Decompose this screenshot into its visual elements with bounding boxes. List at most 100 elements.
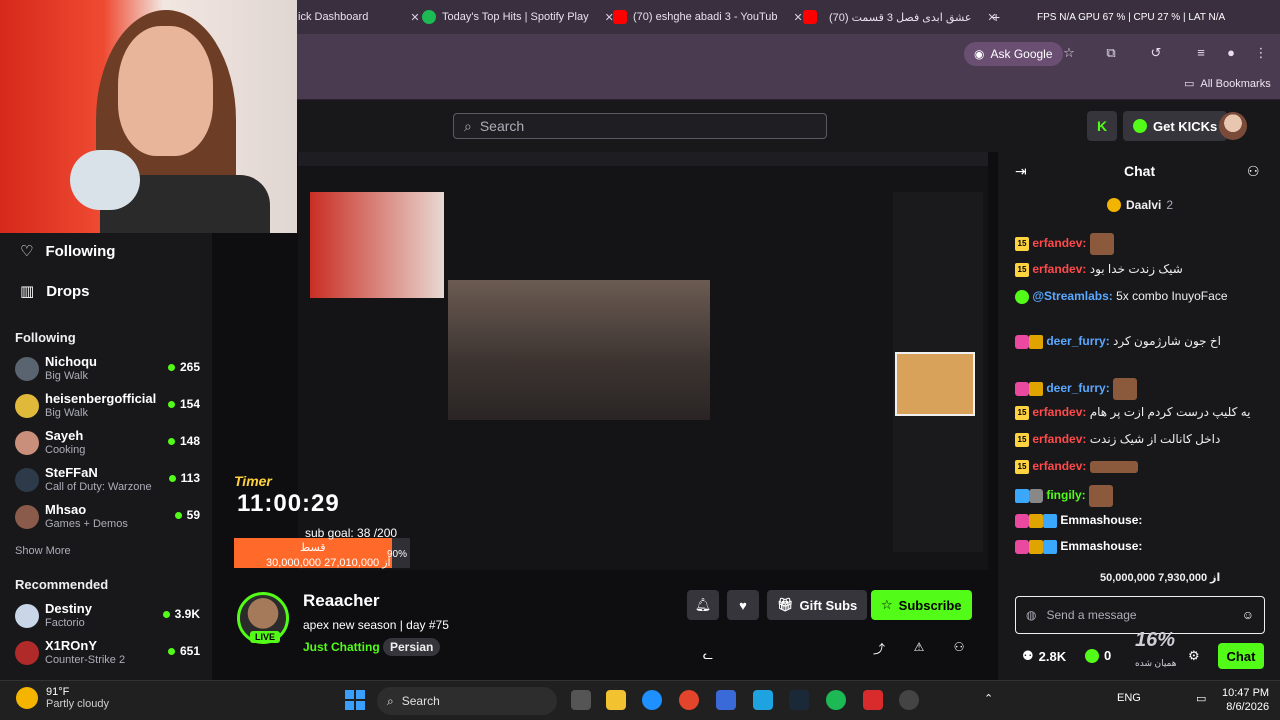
clock-date: 8/6/2026 bbox=[1226, 701, 1270, 713]
gift-subs-button[interactable]: 🎁︎ Gift Subs bbox=[767, 590, 868, 620]
kicks-balance[interactable]: 0 bbox=[1085, 648, 1111, 663]
chat-message: @Streamlabs: 5x combo InuyoFace bbox=[1015, 288, 1270, 304]
vscode-icon[interactable] bbox=[753, 690, 773, 710]
chat-users-icon[interactable]: ⚇ bbox=[1247, 163, 1260, 180]
chat-username[interactable]: erfandev: bbox=[1032, 262, 1086, 276]
file-explorer-icon[interactable] bbox=[606, 690, 626, 710]
steam-icon[interactable] bbox=[789, 690, 809, 710]
sidebar-channel[interactable]: SteFFaN Call of Duty: Warzone 113 bbox=[15, 465, 200, 497]
stream-category-link[interactable]: Just Chatting bbox=[303, 640, 380, 654]
emote-icon bbox=[1089, 233, 1114, 255]
viewer-count: 113 bbox=[168, 471, 200, 485]
task-view-icon[interactable] bbox=[571, 690, 591, 710]
tab-youtube-1[interactable]: (70) eshghe abadi 3 - YouTub ✕ bbox=[613, 4, 803, 30]
bell-icon: 🔔︎ bbox=[694, 597, 712, 612]
subscribe-button[interactable]: ☆ Subscribe bbox=[871, 590, 972, 620]
spotify-icon[interactable] bbox=[826, 690, 846, 710]
sidebar-nav-drops[interactable]: ▥ Drops bbox=[20, 282, 90, 301]
avatar bbox=[15, 505, 39, 529]
viewer-count-label: 2.8K bbox=[1038, 648, 1067, 664]
history-icon[interactable]: ↺ bbox=[1147, 44, 1165, 62]
chat-settings-icon[interactable]: ⚙ bbox=[1188, 648, 1200, 664]
user-avatar[interactable] bbox=[1219, 112, 1247, 140]
close-icon[interactable]: ✕ bbox=[794, 11, 803, 24]
store-icon[interactable] bbox=[716, 690, 736, 710]
tray-chevron-icon[interactable]: ⌃ bbox=[984, 692, 993, 705]
menu-icon[interactable]: ⋮ bbox=[1252, 44, 1270, 62]
chrome-icon[interactable] bbox=[679, 690, 699, 710]
weather-widget[interactable]: 91°F Partly cloudy bbox=[16, 686, 109, 710]
bookmark-star-icon[interactable]: ☆ bbox=[1060, 44, 1078, 62]
app-icon[interactable] bbox=[863, 690, 883, 710]
avatar bbox=[15, 604, 39, 628]
sidebar-nav-following[interactable]: ♡ Following bbox=[20, 242, 115, 261]
sidebar-channel[interactable]: Nichoqu Big Walk 265 bbox=[15, 354, 200, 386]
badge-icon bbox=[1015, 539, 1029, 554]
extensions-icon[interactable]: ⧉ bbox=[1102, 44, 1120, 62]
chat-username[interactable]: erfandev: bbox=[1032, 432, 1086, 446]
search-input[interactable]: ⌕ Search bbox=[453, 113, 827, 139]
subscribe-label: Subscribe bbox=[898, 597, 962, 613]
sidebar-channel[interactable]: Sayeh Cooking 148 bbox=[15, 428, 200, 460]
sidebar-channel[interactable]: heisenbergofficial Big Walk 154 bbox=[15, 391, 200, 423]
spotify-icon bbox=[422, 10, 436, 24]
badge-icon bbox=[1015, 382, 1029, 396]
send-chat-button[interactable]: Chat bbox=[1218, 643, 1264, 669]
ask-google-button[interactable]: ◉ Ask Google bbox=[964, 42, 1063, 66]
sub-badge-icon: 15 bbox=[1015, 432, 1029, 447]
show-more-link[interactable]: Show More bbox=[15, 545, 71, 557]
edge-icon[interactable] bbox=[642, 690, 662, 710]
gift-icon: 🎁︎ bbox=[777, 597, 794, 612]
language-indicator[interactable]: ENG bbox=[1117, 692, 1141, 704]
tab-label: ick Dashboard bbox=[298, 11, 369, 23]
following-heading: Following bbox=[15, 330, 76, 345]
start-button[interactable] bbox=[345, 690, 365, 710]
system-clock[interactable]: 10:47 PM 8/6/2026 bbox=[1222, 686, 1269, 714]
chat-text: 5x combo InuyoFace bbox=[1116, 289, 1228, 303]
avatar bbox=[15, 641, 39, 665]
tab-spotify[interactable]: Today's Top Hits | Spotify Play ✕ bbox=[422, 4, 614, 30]
chat-message: 15 erfandev: یه کلیپ درست کردم ازت پر ها… bbox=[1015, 404, 1270, 420]
report-icon[interactable]: ⚠ bbox=[911, 640, 927, 656]
follow-heart-button[interactable]: ♥ bbox=[727, 590, 759, 620]
chat-username[interactable]: Emmashouse: bbox=[1060, 539, 1142, 553]
language-tag[interactable]: Persian bbox=[383, 638, 441, 656]
temperature: 91°F bbox=[46, 686, 70, 698]
chat-username[interactable]: deer_furry: bbox=[1046, 334, 1109, 348]
sidebar-channel[interactable]: Mhsao Games + Demos 59 bbox=[15, 502, 200, 534]
tab-youtube-2[interactable]: (70) عشق ابدی فصل 3 قسمت ✕ bbox=[803, 4, 997, 30]
all-bookmarks[interactable]: ▭ All Bookmarks bbox=[1184, 77, 1271, 91]
chat-username[interactable]: erfandev: bbox=[1032, 405, 1086, 419]
chat-username[interactable]: fingily: bbox=[1046, 488, 1085, 502]
lens-icon: ◉ bbox=[974, 47, 985, 61]
profile-avatar[interactable]: ● bbox=[1222, 44, 1240, 62]
new-tab-button[interactable]: + bbox=[992, 4, 1000, 30]
sidebar-channel[interactable]: Destiny Factorio 3.9K bbox=[15, 601, 200, 633]
sidebar-channel[interactable]: X1ROnY Counter-Strike 2 651 bbox=[15, 638, 200, 670]
badge-icon bbox=[1015, 489, 1029, 503]
channel-category: Factorio bbox=[45, 617, 85, 629]
chat-username[interactable]: erfandev: bbox=[1032, 236, 1086, 250]
chat-username[interactable]: Emmashouse: bbox=[1060, 513, 1142, 527]
close-icon[interactable]: ✕ bbox=[410, 11, 419, 24]
chat-username[interactable]: erfandev: bbox=[1032, 459, 1086, 473]
chat-message: Emmashouse: bbox=[1015, 538, 1270, 554]
obs-icon[interactable] bbox=[899, 690, 919, 710]
collapse-chat-icon[interactable]: ⇥ bbox=[1015, 163, 1027, 180]
chat-username[interactable]: @Streamlabs: bbox=[1032, 289, 1112, 303]
taskbar-search-label: Search bbox=[401, 694, 440, 708]
media-icon[interactable]: ≡ bbox=[1192, 44, 1210, 62]
user-options-icon[interactable]: ⚇ bbox=[951, 640, 967, 656]
kick-logo-icon[interactable]: K bbox=[1087, 111, 1117, 141]
recommended-heading: Recommended bbox=[15, 577, 109, 592]
battery-icon[interactable]: ▭ bbox=[1196, 692, 1206, 705]
chat-username[interactable]: deer_furry: bbox=[1046, 381, 1109, 395]
tab-kick-dashboard[interactable]: ick Dashboard ✕ bbox=[298, 4, 420, 30]
channel-name: Sayeh bbox=[45, 428, 84, 443]
share-icon[interactable]: ⤴ bbox=[871, 640, 887, 656]
streamer-name[interactable]: Reaacher bbox=[303, 591, 380, 611]
notification-bell-button[interactable]: 🔔︎ bbox=[687, 590, 719, 620]
taskbar-search[interactable]: ⌕ Search bbox=[377, 687, 557, 715]
get-kicks-button[interactable]: Get KICKs bbox=[1123, 111, 1228, 141]
emoji-icon[interactable]: ☺ bbox=[1242, 608, 1254, 622]
